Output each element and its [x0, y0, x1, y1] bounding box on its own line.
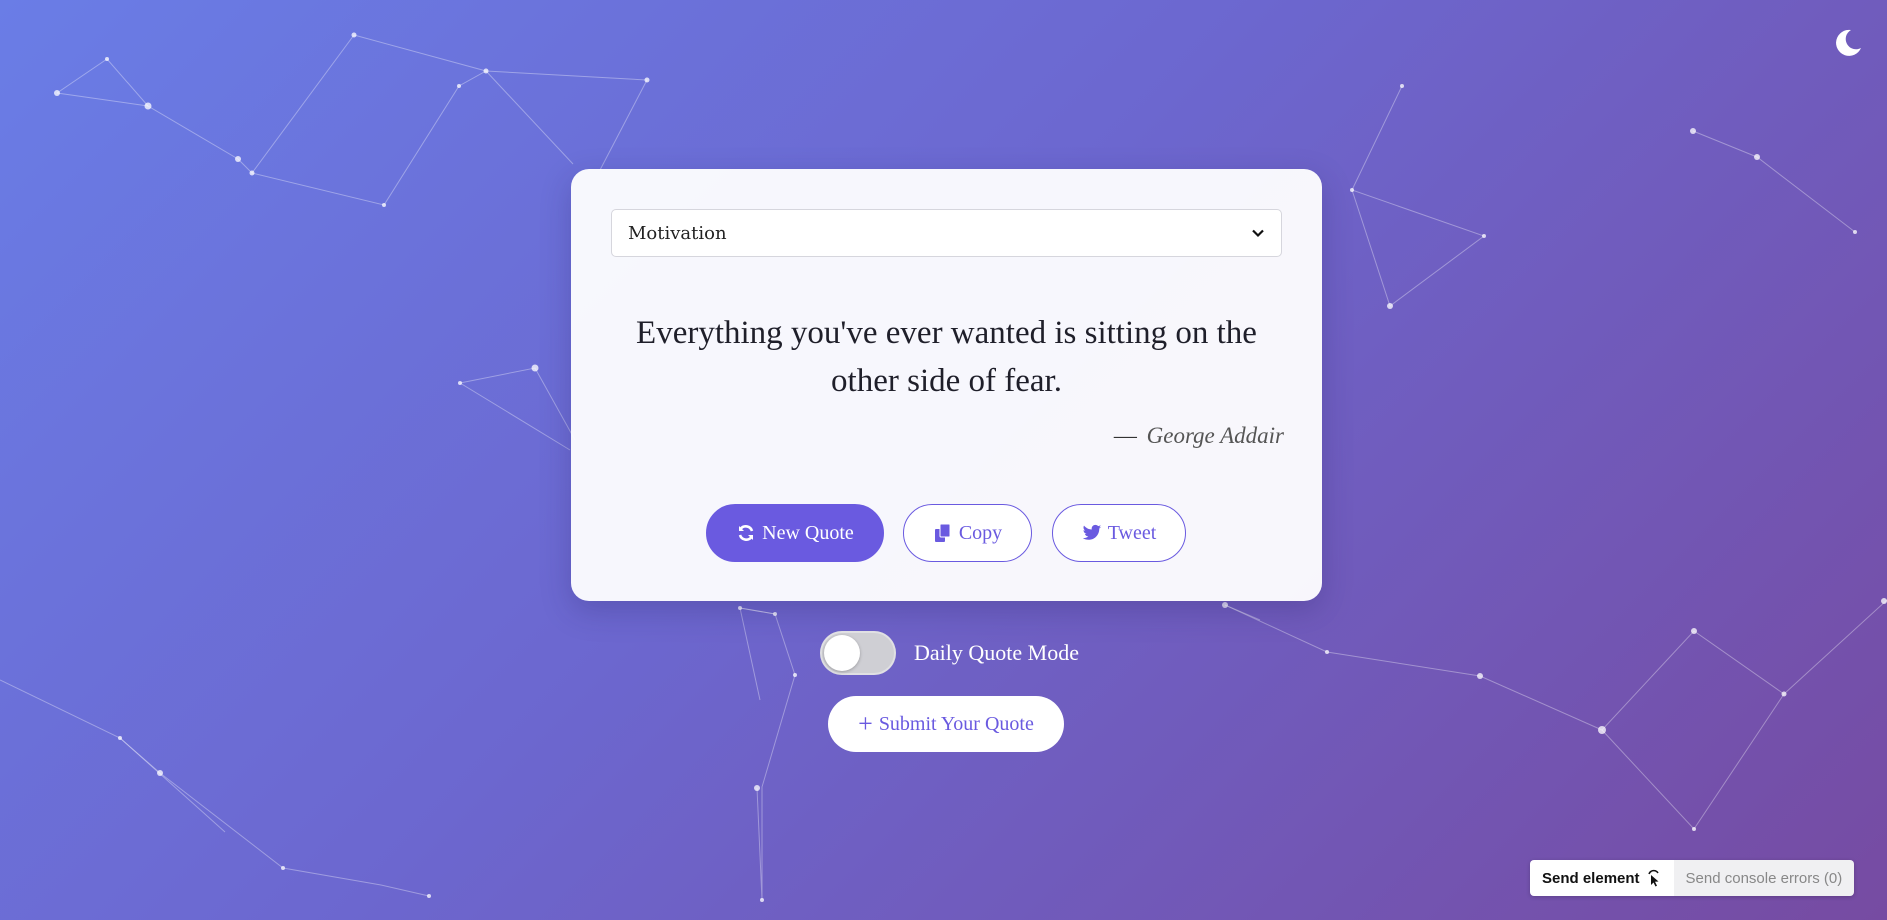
- copy-label: Copy: [958, 521, 1003, 544]
- category-selected-value: Motivation: [628, 222, 727, 244]
- category-select[interactable]: Motivation: [611, 209, 1282, 257]
- author-dash: —: [1113, 423, 1137, 448]
- devtools-bar: Send element Send console errors (0): [1530, 860, 1855, 896]
- dark-mode-toggle[interactable]: [1831, 26, 1865, 60]
- author-name: George Addair: [1146, 423, 1284, 448]
- submit-quote-button[interactable]: + Submit Your Quote: [828, 696, 1064, 752]
- quote-card: Motivation Everything you've ever wanted…: [571, 169, 1322, 601]
- twitter-icon: [1082, 524, 1101, 540]
- quote-author: — George Addair: [1114, 423, 1284, 449]
- send-element-button[interactable]: Send element: [1530, 860, 1674, 896]
- plus-icon: +: [858, 709, 873, 738]
- send-element-label: Send element: [1542, 869, 1640, 887]
- tweet-button[interactable]: Tweet: [1052, 504, 1186, 562]
- tweet-label: Tweet: [1107, 521, 1157, 544]
- toggle-knob: [824, 635, 860, 671]
- moon-icon: [1836, 29, 1861, 56]
- submit-quote-label: Submit Your Quote: [878, 712, 1034, 735]
- new-quote-label: New Quote: [762, 521, 854, 544]
- copy-icon: [934, 523, 951, 542]
- chevron-down-icon: [1252, 229, 1264, 238]
- daily-quote-mode-toggle[interactable]: [820, 631, 896, 675]
- new-quote-button[interactable]: New Quote: [706, 504, 884, 562]
- pointer-click-icon: [1647, 869, 1659, 887]
- daily-quote-mode-row: Daily Quote Mode: [820, 631, 1079, 675]
- copy-button[interactable]: Copy: [903, 504, 1032, 562]
- refresh-icon: [738, 525, 754, 541]
- send-console-errors-button[interactable]: Send console errors (0): [1673, 860, 1855, 896]
- quote-text: Everything you've ever wanted is sitting…: [636, 315, 1257, 399]
- daily-quote-mode-label: Daily Quote Mode: [914, 640, 1079, 665]
- send-console-errors-label: Send console errors (0): [1685, 869, 1843, 887]
